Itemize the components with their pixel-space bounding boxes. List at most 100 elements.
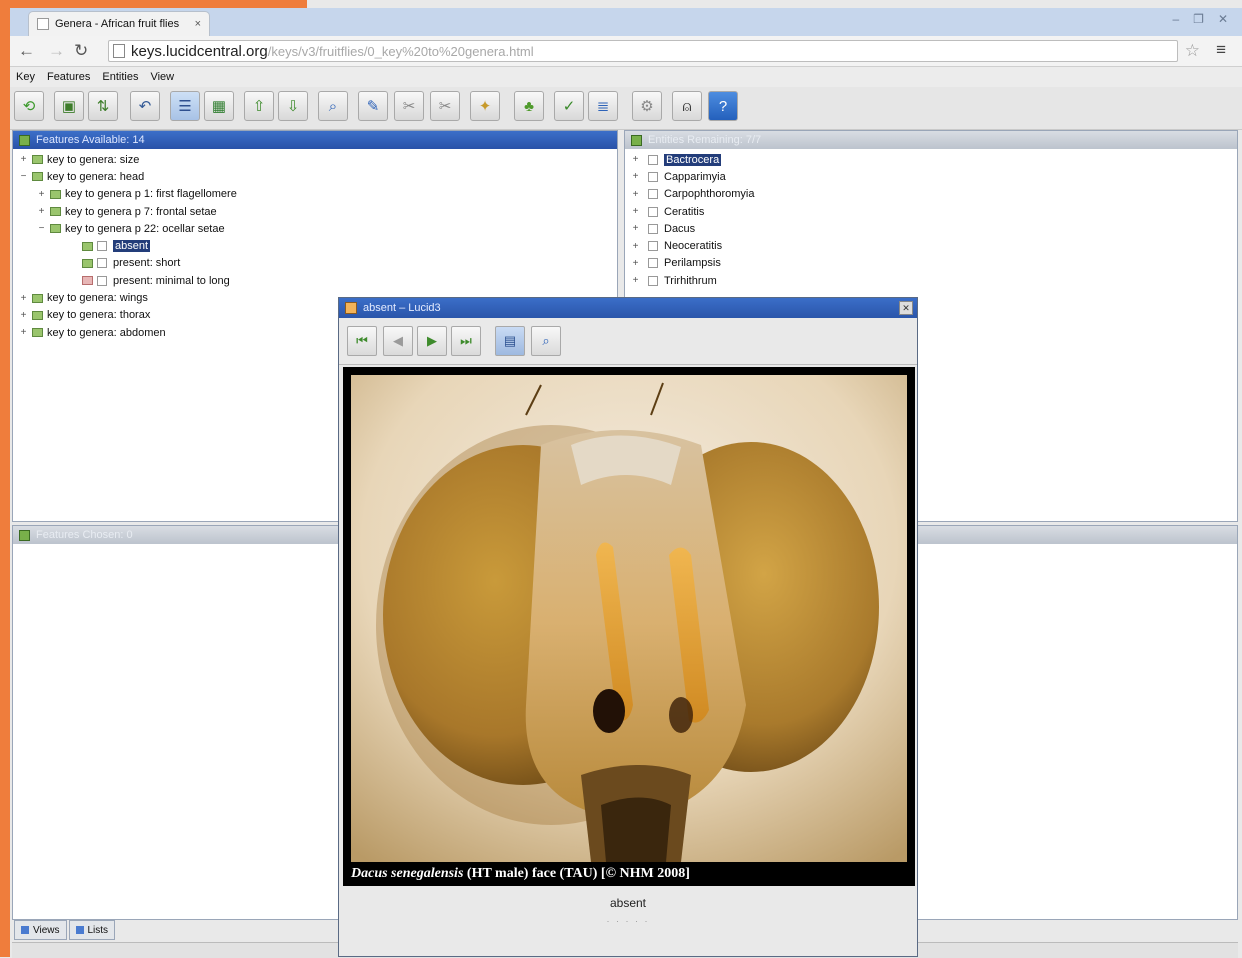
tab-lists-label: Lists [87, 924, 109, 936]
entity-item[interactable]: + Neoceratitis [629, 237, 1237, 254]
entity-checkbox[interactable] [648, 275, 658, 286]
demote-icon[interactable]: ⇩ [278, 91, 308, 121]
feature-group-item[interactable]: + key to genera p 1: first flagellomere [17, 186, 617, 203]
menu-key[interactable]: Key [16, 71, 35, 83]
settings-icon[interactable]: ⚙ [632, 91, 662, 121]
forward-arrow-icon[interactable]: → [48, 41, 65, 61]
panel-icon [19, 529, 30, 541]
state-icon [82, 258, 93, 268]
entity-checkbox[interactable] [648, 154, 658, 165]
entity-item[interactable]: + Trirhithrum [629, 272, 1237, 289]
entity-checkbox[interactable] [648, 171, 658, 182]
grid-view-icon[interactable]: ▦ [204, 91, 234, 121]
prune2-icon[interactable]: ✂ [430, 91, 460, 121]
window-close-icon[interactable]: ✕ [1218, 12, 1228, 26]
expand-icon[interactable]: + [631, 223, 640, 234]
feature-group-item[interactable]: + key to genera p 7: frontal setae [17, 203, 617, 220]
expand-icon[interactable]: + [631, 258, 640, 269]
dialog-titlebar[interactable]: absent – Lucid3 ✕ [339, 298, 917, 318]
maximize-icon[interactable]: ❐ [1193, 12, 1204, 26]
feature-state-item[interactable]: present: minimal to long [17, 272, 617, 289]
state-checkbox[interactable] [97, 241, 107, 252]
bell-icon[interactable]: ⍝ [672, 91, 702, 121]
dialog-close-icon[interactable]: ✕ [899, 301, 913, 315]
expand-icon[interactable]: + [631, 171, 640, 182]
wand-icon[interactable]: ✎ [358, 91, 388, 121]
url-input[interactable]: keys.lucidcentral.org /keys/v3/fruitflie… [108, 40, 1178, 62]
browser-tab[interactable]: Genera - African fruit flies × [28, 11, 210, 36]
expand-icon[interactable]: + [19, 293, 28, 304]
tab-close-icon[interactable]: × [195, 18, 201, 30]
menu-view[interactable]: View [150, 71, 174, 83]
entities-tree: + Bactrocera + Capparimyia + Carpophthoromyia… [625, 149, 1237, 289]
find-icon[interactable]: ⌕ [318, 91, 348, 121]
url-path: /keys/v3/fruitflies/0_key%20to%20genera.… [267, 43, 534, 59]
expand-icon[interactable]: + [37, 189, 46, 200]
menu-features[interactable]: Features [47, 71, 90, 83]
minimize-icon[interactable]: – [1172, 12, 1179, 26]
collapse-icon[interactable]: − [37, 223, 46, 234]
expand-icon[interactable]: + [631, 275, 640, 286]
page-icon [113, 44, 125, 58]
caption-species: Dacus senegalensis [351, 866, 464, 881]
bookmark-star-icon[interactable]: ☆ [1185, 41, 1200, 61]
promote-icon[interactable]: ⇧ [244, 91, 274, 121]
entities-icon[interactable]: ♣ [514, 91, 544, 121]
menu-entities[interactable]: Entities [102, 71, 138, 83]
entity-checkbox[interactable] [648, 189, 658, 200]
back-arrow-icon[interactable]: ← [18, 41, 35, 61]
expand-icon[interactable]: + [631, 206, 640, 217]
feature-state-item[interactable]: absent [17, 237, 617, 254]
feature-group-item[interactable]: − key to genera: head [17, 168, 617, 185]
prev-image-icon[interactable]: ◀ [383, 326, 413, 356]
entities-remaining-title: Entities Remaining: 7/7 [648, 134, 762, 146]
tab-views[interactable]: Views [14, 920, 67, 940]
bug-icon[interactable]: ✦ [470, 91, 500, 121]
entity-item[interactable]: + Dacus [629, 220, 1237, 237]
restart-icon[interactable]: ⟲ [14, 91, 44, 121]
state-checkbox[interactable] [97, 275, 107, 286]
tree-item-label: absent [113, 240, 151, 253]
entity-item[interactable]: + Capparimyia [629, 168, 1237, 185]
views-icon [21, 926, 29, 934]
orange-margin-bar [0, 0, 10, 957]
prune-icon[interactable]: ✂ [394, 91, 424, 121]
expand-icon[interactable]: + [631, 189, 640, 200]
entity-checkbox[interactable] [648, 258, 658, 269]
entity-checkbox[interactable] [648, 206, 658, 217]
fit-view-icon[interactable]: ▤ [495, 326, 525, 356]
collapse-icon[interactable]: − [19, 171, 28, 182]
entity-item[interactable]: + Perilampsis [629, 255, 1237, 272]
expand-icon[interactable]: + [631, 154, 640, 165]
features-available-title: Features Available: 14 [36, 134, 145, 146]
refresh-icon[interactable]: ⇅ [88, 91, 118, 121]
feature-group-item[interactable]: − key to genera p 22: ocellar setae [17, 220, 617, 237]
expand-icon[interactable]: + [19, 154, 28, 165]
first-image-icon[interactable]: ⏮ [347, 326, 377, 356]
next-image-icon[interactable]: ▶ [417, 326, 447, 356]
list2-icon[interactable]: ≣ [588, 91, 618, 121]
zoom-view-icon[interactable]: ⌕ [531, 326, 561, 356]
reload-icon[interactable]: ↻ [74, 41, 88, 61]
open-key-icon[interactable]: ▣ [54, 91, 84, 121]
specimen-photo[interactable] [351, 375, 907, 862]
entity-checkbox[interactable] [648, 223, 658, 234]
feature-state-item[interactable]: present: short [17, 255, 617, 272]
help-icon[interactable]: ? [708, 91, 738, 121]
entity-checkbox[interactable] [648, 241, 658, 252]
entity-item[interactable]: + Ceratitis [629, 203, 1237, 220]
best-icon[interactable]: ✓ [554, 91, 584, 121]
browser-menu-icon[interactable]: ≡ [1216, 40, 1226, 60]
entity-item[interactable]: + Bactrocera [629, 151, 1237, 168]
list-view-icon[interactable]: ☰ [170, 91, 200, 121]
feature-group-item[interactable]: + key to genera: size [17, 151, 617, 168]
tab-lists[interactable]: Lists [68, 920, 116, 940]
state-checkbox[interactable] [97, 258, 107, 269]
expand-icon[interactable]: + [631, 241, 640, 252]
back-icon[interactable]: ↶ [130, 91, 160, 121]
expand-icon[interactable]: + [37, 206, 46, 217]
last-image-icon[interactable]: ⏭ [451, 326, 481, 356]
expand-icon[interactable]: + [19, 327, 28, 338]
expand-icon[interactable]: + [19, 310, 28, 321]
entity-item[interactable]: + Carpophthoromyia [629, 186, 1237, 203]
